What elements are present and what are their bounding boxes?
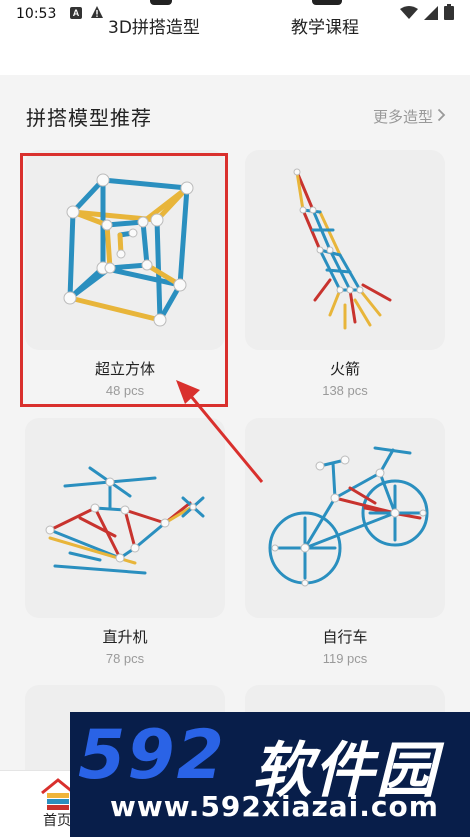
app-notification-icon: A	[70, 7, 82, 19]
status-time: 10:53	[16, 6, 57, 22]
model-card-helicopter[interactable]: 直升机 78 pcs	[25, 418, 225, 666]
model-name: 直升机	[102, 628, 148, 646]
status-icons	[400, 4, 454, 24]
watermark-number: 592	[78, 716, 226, 795]
nav-home-label: 首页	[43, 813, 71, 829]
highlight-box	[20, 153, 228, 407]
wifi-icon	[400, 5, 418, 24]
model-pcs: 119 pcs	[322, 651, 368, 666]
model-name: 火箭	[329, 360, 360, 378]
model-name: 自行车	[322, 628, 368, 646]
section-title: 拼搭模型推荐	[26, 106, 152, 130]
more-models-link[interactable]: 更多造型	[373, 106, 446, 127]
chevron-right-icon	[437, 108, 446, 126]
more-models-label: 更多造型	[372, 108, 433, 126]
model-image	[245, 150, 445, 350]
tab-courses[interactable]: 教学课程	[291, 13, 359, 38]
model-card-rocket[interactable]: 火箭 138 pcs	[245, 150, 445, 398]
watermark-url: www.592xiazai.com	[110, 790, 439, 823]
model-pcs: 138 pcs	[322, 383, 368, 398]
tab-3d-build[interactable]: 3D拼搭造型	[108, 13, 200, 38]
bicycle-model-icon	[268, 446, 429, 587]
watermark-logo: 592 软件园 www.592xiazai.com	[70, 712, 470, 837]
tab-course-icon	[312, 0, 342, 5]
model-image	[25, 418, 225, 618]
model-card-bicycle[interactable]: 自行车 119 pcs	[245, 418, 445, 666]
battery-icon	[444, 4, 454, 24]
rocket-model-icon	[293, 168, 392, 330]
warning-icon	[90, 4, 104, 23]
helicopter-model-icon	[45, 466, 205, 575]
top-bar: 10:53 A 3D拼搭造型 教学课程	[0, 0, 470, 75]
model-image	[245, 418, 445, 618]
model-pcs: 78 pcs	[105, 651, 145, 666]
tab-3d-icon	[150, 0, 172, 5]
signal-icon	[424, 5, 438, 24]
